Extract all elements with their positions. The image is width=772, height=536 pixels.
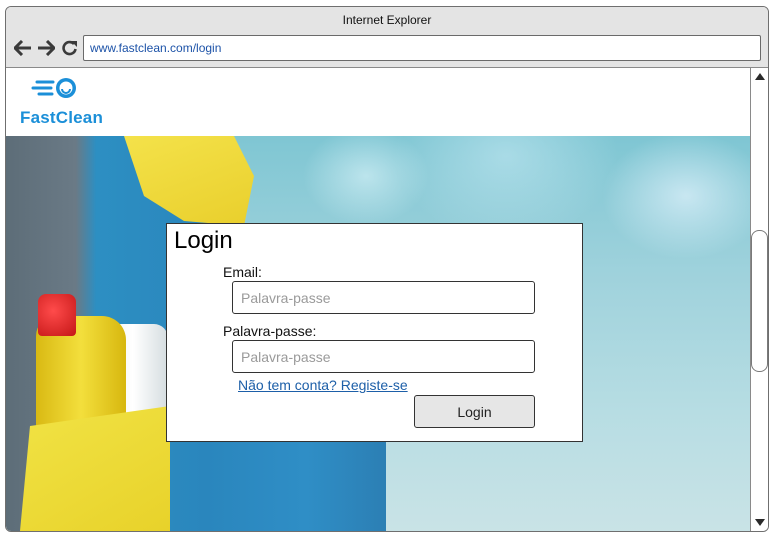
browser-window: Internet Explorer www.fastclean.com/logi…: [5, 6, 769, 532]
back-button[interactable]: [14, 40, 32, 56]
arrow-right-icon: [38, 40, 55, 56]
speed-bubble-icon: [31, 78, 76, 98]
login-title: Login: [174, 227, 233, 254]
page-viewport: FastClean Login Email: Palavra-passe: Nã…: [6, 68, 750, 531]
forward-button[interactable]: [37, 40, 55, 56]
yellow-cloth: [20, 406, 170, 531]
login-button[interactable]: Login: [414, 395, 535, 428]
vertical-scrollbar[interactable]: [750, 68, 768, 531]
scrollbar-thumb[interactable]: [751, 230, 768, 372]
login-form: Login Email: Palavra-passe: Não tem cont…: [166, 223, 583, 442]
password-label: Palavra-passe:: [223, 323, 317, 339]
reload-icon: [62, 40, 77, 56]
email-field[interactable]: [232, 281, 535, 314]
browser-chrome: Internet Explorer www.fastclean.com/logi…: [6, 7, 768, 68]
site-header: FastClean: [6, 68, 750, 136]
red-bottle-cap: [38, 294, 76, 336]
fastclean-logo[interactable]: FastClean: [19, 76, 119, 127]
address-bar[interactable]: www.fastclean.com/login: [83, 35, 761, 61]
window-title: Internet Explorer: [342, 13, 432, 27]
logo-text: FastClean: [20, 108, 104, 127]
register-link[interactable]: Não tem conta? Registe-se: [238, 377, 408, 393]
password-field[interactable]: [232, 340, 535, 373]
reload-button[interactable]: [61, 40, 79, 56]
scroll-down-icon[interactable]: [755, 517, 765, 527]
email-label: Email:: [223, 264, 262, 280]
arrow-left-icon: [14, 40, 31, 56]
scroll-up-icon[interactable]: [755, 72, 765, 82]
hero-background-image: Login Email: Palavra-passe: Não tem cont…: [6, 136, 750, 531]
